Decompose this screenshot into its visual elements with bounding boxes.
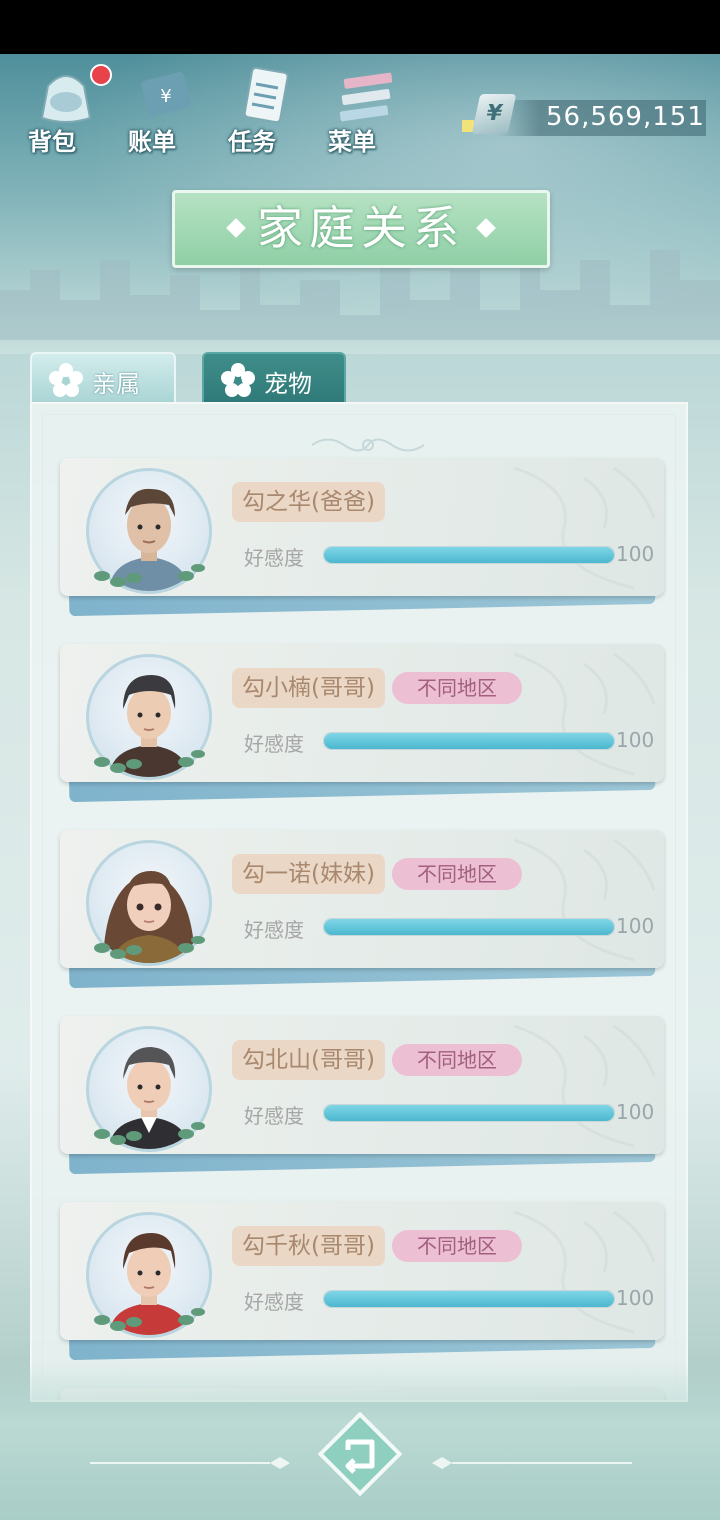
region-badge: 不同地区	[392, 1044, 522, 1076]
relative-name: 勾一诺(妹妹)	[232, 854, 385, 894]
vine-ornament	[513, 652, 656, 776]
tab-relatives[interactable]: 亲属	[30, 352, 176, 404]
currency-display: ¥ 56,569,151	[462, 94, 710, 138]
nav-menu-label: 菜单	[328, 128, 376, 156]
status-bar	[0, 0, 720, 54]
leaves-ornament	[94, 750, 205, 773]
back-arrow-icon	[317, 1411, 403, 1497]
flower-icon	[49, 363, 83, 397]
relative-card[interactable]: 勾小楠(哥哥) 不同地区 好感度 100	[60, 644, 664, 803]
relative-name: 勾千秋(哥哥)	[232, 1226, 385, 1266]
affection-bar-fill	[324, 547, 614, 563]
nav-menu-button[interactable]: 菜单	[316, 62, 406, 158]
leaves-ornament	[94, 564, 205, 587]
diamond-left-icon	[226, 217, 246, 238]
bill-icon: ¥	[141, 72, 191, 116]
page-title-wrap: 家庭关系	[175, 193, 547, 263]
affection-value: 100	[616, 728, 655, 752]
affection-bar-fill	[324, 1105, 614, 1121]
divider-ornament-left	[90, 1457, 290, 1469]
nav-bill-label: 账单	[128, 128, 176, 156]
currency-amount: 56,569,151	[546, 102, 705, 132]
relative-card[interactable]: 勾之华(爸爸) 好感度 100	[60, 458, 664, 617]
nav-bag-label: 背包	[28, 128, 76, 156]
relative-card[interactable]: 勾一诺(妹妹) 不同地区 好感度 100	[60, 830, 664, 989]
region-badge: 不同地区	[392, 672, 522, 704]
vine-ornament	[513, 1210, 656, 1334]
affection-value: 100	[616, 542, 655, 566]
nav-task-button[interactable]: 任务	[216, 62, 306, 158]
flourish-ornament	[311, 438, 425, 452]
affection-bar	[323, 546, 615, 564]
nav-bill-button[interactable]: ¥ 账单	[116, 62, 206, 158]
tab-pets[interactable]: 宠物	[202, 352, 346, 404]
nav-task-label: 任务	[228, 128, 276, 156]
affection-bar	[323, 1104, 615, 1122]
back-button[interactable]	[317, 1411, 403, 1497]
affection-label: 好感度	[244, 1104, 304, 1128]
menu-icon	[339, 72, 393, 122]
top-nav: 背包 ¥ 账单 任务 菜单	[16, 62, 416, 162]
leaves-ornament	[94, 936, 205, 959]
page-title: 家庭关系	[257, 201, 465, 255]
affection-bar	[323, 732, 615, 750]
affection-bar	[323, 918, 615, 936]
vine-ornament	[513, 1024, 656, 1148]
tab-pets-label: 宠物	[264, 370, 312, 398]
flower-icon	[221, 363, 255, 397]
diamond-right-icon	[476, 217, 496, 238]
leaves-ornament	[94, 1308, 205, 1331]
vine-ornament	[513, 838, 656, 962]
task-icon	[243, 66, 289, 124]
nav-bag-button[interactable]: 背包	[16, 62, 112, 158]
relative-card[interactable]: 勾千秋(哥哥) 不同地区 好感度 100	[60, 1202, 664, 1361]
affection-bar	[323, 1290, 615, 1308]
bag-icon	[40, 75, 92, 123]
region-badge: 不同地区	[392, 1230, 522, 1262]
affection-label: 好感度	[244, 546, 304, 570]
relative-card[interactable]: 勾北山(哥哥) 不同地区 好感度 100	[60, 1016, 664, 1175]
affection-value: 100	[616, 1286, 655, 1310]
affection-bar-fill	[324, 733, 614, 749]
affection-bar-fill	[324, 1291, 614, 1307]
affection-label: 好感度	[244, 732, 304, 756]
divider-ornament-right	[432, 1457, 632, 1469]
relative-name: 勾北山(哥哥)	[232, 1040, 385, 1080]
relative-name: 勾小楠(哥哥)	[232, 668, 385, 708]
affection-label: 好感度	[244, 918, 304, 942]
affection-label: 好感度	[244, 1290, 304, 1314]
relatives-panel[interactable]: 勾之华(爸爸) 好感度 100 勾小楠(哥哥) 不同地区 好感度 100 勾一诺…	[30, 402, 688, 1402]
leaves-ornament	[94, 1122, 205, 1145]
svg-text:¥: ¥	[160, 86, 171, 107]
affection-value: 100	[616, 914, 655, 938]
affection-bar-fill	[324, 919, 614, 935]
notification-dot	[90, 64, 112, 86]
vine-ornament	[513, 466, 656, 590]
affection-value: 100	[616, 1100, 655, 1124]
relative-name: 勾之华(爸爸)	[232, 482, 385, 522]
tab-relatives-label: 亲属	[92, 370, 140, 398]
region-badge: 不同地区	[392, 858, 522, 890]
title-banner: 家庭关系	[172, 190, 550, 268]
